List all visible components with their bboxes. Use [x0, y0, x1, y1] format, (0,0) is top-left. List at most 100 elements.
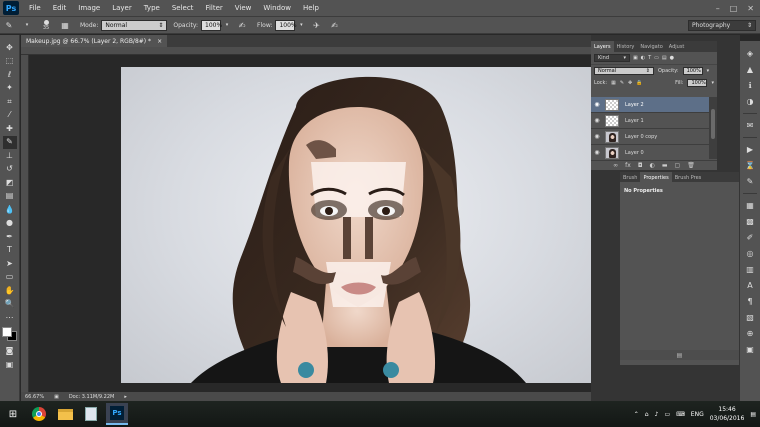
foreground-color-swatch[interactable]: [1, 326, 12, 337]
menu-file[interactable]: File: [23, 0, 47, 16]
swatches-icon[interactable]: ▧: [743, 311, 757, 324]
crop-tool-icon[interactable]: ⌗: [3, 95, 17, 109]
document-tab[interactable]: Makeup.jpg @ 66.7% (Layer 2, RGB/8#) * ×: [21, 35, 168, 47]
blend-mode-select[interactable]: Normal ⇕: [594, 67, 654, 75]
network-icon[interactable]: ⌂: [645, 411, 649, 418]
history-icon[interactable]: ⌛: [743, 159, 757, 172]
filter-smart-icon[interactable]: ▤: [662, 55, 667, 61]
opacity-dropdown-icon[interactable]: ▾: [223, 19, 231, 31]
menu-select[interactable]: Select: [166, 0, 200, 16]
speaker-icon[interactable]: ♪: [655, 411, 659, 418]
eraser-tool-icon[interactable]: ◩: [3, 176, 17, 190]
calculator-icon[interactable]: [80, 403, 102, 425]
zoom-level[interactable]: 66.67%: [25, 394, 44, 400]
lock-all-icon[interactable]: 🔒: [636, 80, 642, 86]
keyboard-icon[interactable]: ⌨: [676, 411, 685, 418]
brush-tool-icon[interactable]: ✎: [2, 135, 17, 149]
pressure-opacity-icon[interactable]: ✍: [235, 19, 249, 31]
brush-size-picker[interactable]: 35: [38, 19, 54, 31]
zoom-tool-icon[interactable]: 🔍: [3, 298, 17, 312]
tab-history[interactable]: History: [614, 41, 638, 52]
menu-filter[interactable]: Filter: [199, 0, 228, 16]
clone-source-icon[interactable]: ⊕: [743, 327, 757, 340]
info-icon[interactable]: ℹ: [743, 79, 757, 92]
lock-position-icon[interactable]: ✥: [628, 80, 632, 86]
paths-icon[interactable]: ◎: [743, 247, 757, 260]
layer-row-layer-2[interactable]: ◉ Layer 2: [591, 97, 709, 113]
brush-panel-toggle-icon[interactable]: ▦: [58, 19, 72, 31]
fill-input[interactable]: 100%: [687, 79, 708, 87]
scrollbar-thumb[interactable]: [711, 109, 715, 139]
canvas-area[interactable]: [29, 55, 591, 392]
chevron-down-icon[interactable]: ▾: [707, 68, 710, 74]
adjustments-icon[interactable]: ▦: [743, 199, 757, 212]
layer-opacity-input[interactable]: 100%: [682, 67, 703, 75]
notification-icon[interactable]: ▭: [664, 411, 670, 418]
trash-icon[interactable]: 🗑: [687, 162, 695, 169]
more-tools-icon[interactable]: ⋯: [3, 311, 17, 325]
eyedropper-tool-icon[interactable]: ⁄: [3, 109, 17, 123]
gradient-tool-icon[interactable]: ▤: [3, 190, 17, 204]
pen-tool-icon[interactable]: ✒: [3, 230, 17, 244]
notes-icon[interactable]: ✉: [743, 119, 757, 132]
maximize-button[interactable]: □: [730, 4, 738, 13]
folder-icon[interactable]: ▬: [662, 162, 668, 169]
workspace-select[interactable]: Photography ⇕: [688, 19, 756, 31]
pressure-size-icon[interactable]: ✍: [327, 19, 341, 31]
link-icon[interactable]: ∞: [613, 162, 618, 169]
tab-layers[interactable]: Layers: [591, 41, 614, 52]
layer-row-layer-1[interactable]: ◉ Layer 1: [591, 113, 709, 129]
lock-transparency-icon[interactable]: ▦: [611, 80, 616, 86]
actions-play-icon[interactable]: ▶: [743, 143, 757, 156]
paragraph-icon[interactable]: ¶: [743, 295, 757, 308]
minimize-button[interactable]: –: [716, 4, 720, 13]
chevron-up-icon[interactable]: ⌃: [634, 411, 639, 418]
quick-mask-icon[interactable]: ◙: [3, 345, 17, 359]
filter-type-icon[interactable]: T: [648, 55, 651, 61]
tab-navigator[interactable]: Navigato: [637, 41, 665, 52]
close-tab-button[interactable]: ×: [157, 38, 162, 45]
file-explorer-icon[interactable]: [54, 403, 76, 425]
layers-stack-icon[interactable]: ◈: [743, 47, 757, 60]
delete-icon[interactable]: ▤: [677, 352, 683, 359]
tab-adjustments[interactable]: Adjust: [666, 41, 688, 52]
quick-select-tool-icon[interactable]: ✦: [3, 82, 17, 96]
menu-image[interactable]: Image: [72, 0, 106, 16]
chevron-down-icon[interactable]: ▾: [711, 80, 714, 86]
color-swatches[interactable]: [1, 326, 18, 341]
type-tool-icon[interactable]: T: [3, 244, 17, 258]
brush-tool-preset-icon[interactable]: ✎: [2, 19, 16, 31]
windows-start-icon[interactable]: ⊞: [2, 403, 24, 425]
layers-scrollbar[interactable]: [709, 97, 717, 159]
visibility-eye-icon[interactable]: ◉: [591, 101, 603, 108]
channels-icon[interactable]: ▥: [743, 263, 757, 276]
layer-filter-select[interactable]: Kind ▾: [594, 54, 630, 62]
adjustment-icon[interactable]: ◐: [650, 162, 655, 169]
move-tool-icon[interactable]: ✥: [3, 41, 17, 55]
layer-row-layer-0[interactable]: ◉ Layer 0: [591, 145, 709, 161]
menu-edit[interactable]: Edit: [47, 0, 73, 16]
photoshop-taskbar-icon[interactable]: Ps: [106, 403, 128, 425]
histogram-icon[interactable]: ▲: [743, 63, 757, 76]
blur-tool-icon[interactable]: 💧: [3, 203, 17, 217]
clock[interactable]: 15:46 03/06/2016: [710, 405, 745, 423]
language-indicator[interactable]: ENG: [691, 411, 704, 418]
action-center-icon[interactable]: ▤: [750, 411, 756, 418]
document-image[interactable]: [121, 67, 591, 383]
flow-dropdown-icon[interactable]: ▾: [297, 19, 305, 31]
menu-view[interactable]: View: [229, 0, 258, 16]
mode-select[interactable]: Normal ⇕: [101, 19, 168, 31]
filter-adjustment-icon[interactable]: ◐: [641, 55, 645, 61]
color-icon[interactable]: ◑: [743, 95, 757, 108]
chevron-down-icon[interactable]: ▾: [20, 19, 34, 31]
status-arrow-icon[interactable]: ▸: [124, 394, 127, 400]
screen-mode-icon[interactable]: ▣: [3, 358, 17, 372]
timeline-icon[interactable]: ▣: [743, 343, 757, 356]
close-window-button[interactable]: ✕: [747, 4, 754, 13]
opacity-input[interactable]: 100%: [201, 19, 222, 31]
marquee-tool-icon[interactable]: ⬚: [3, 55, 17, 69]
menu-window[interactable]: Window: [257, 0, 297, 16]
airbrush-icon[interactable]: ✈: [309, 19, 323, 31]
visibility-eye-icon[interactable]: ◉: [591, 133, 603, 140]
lock-pixels-icon[interactable]: ✎: [620, 80, 624, 86]
